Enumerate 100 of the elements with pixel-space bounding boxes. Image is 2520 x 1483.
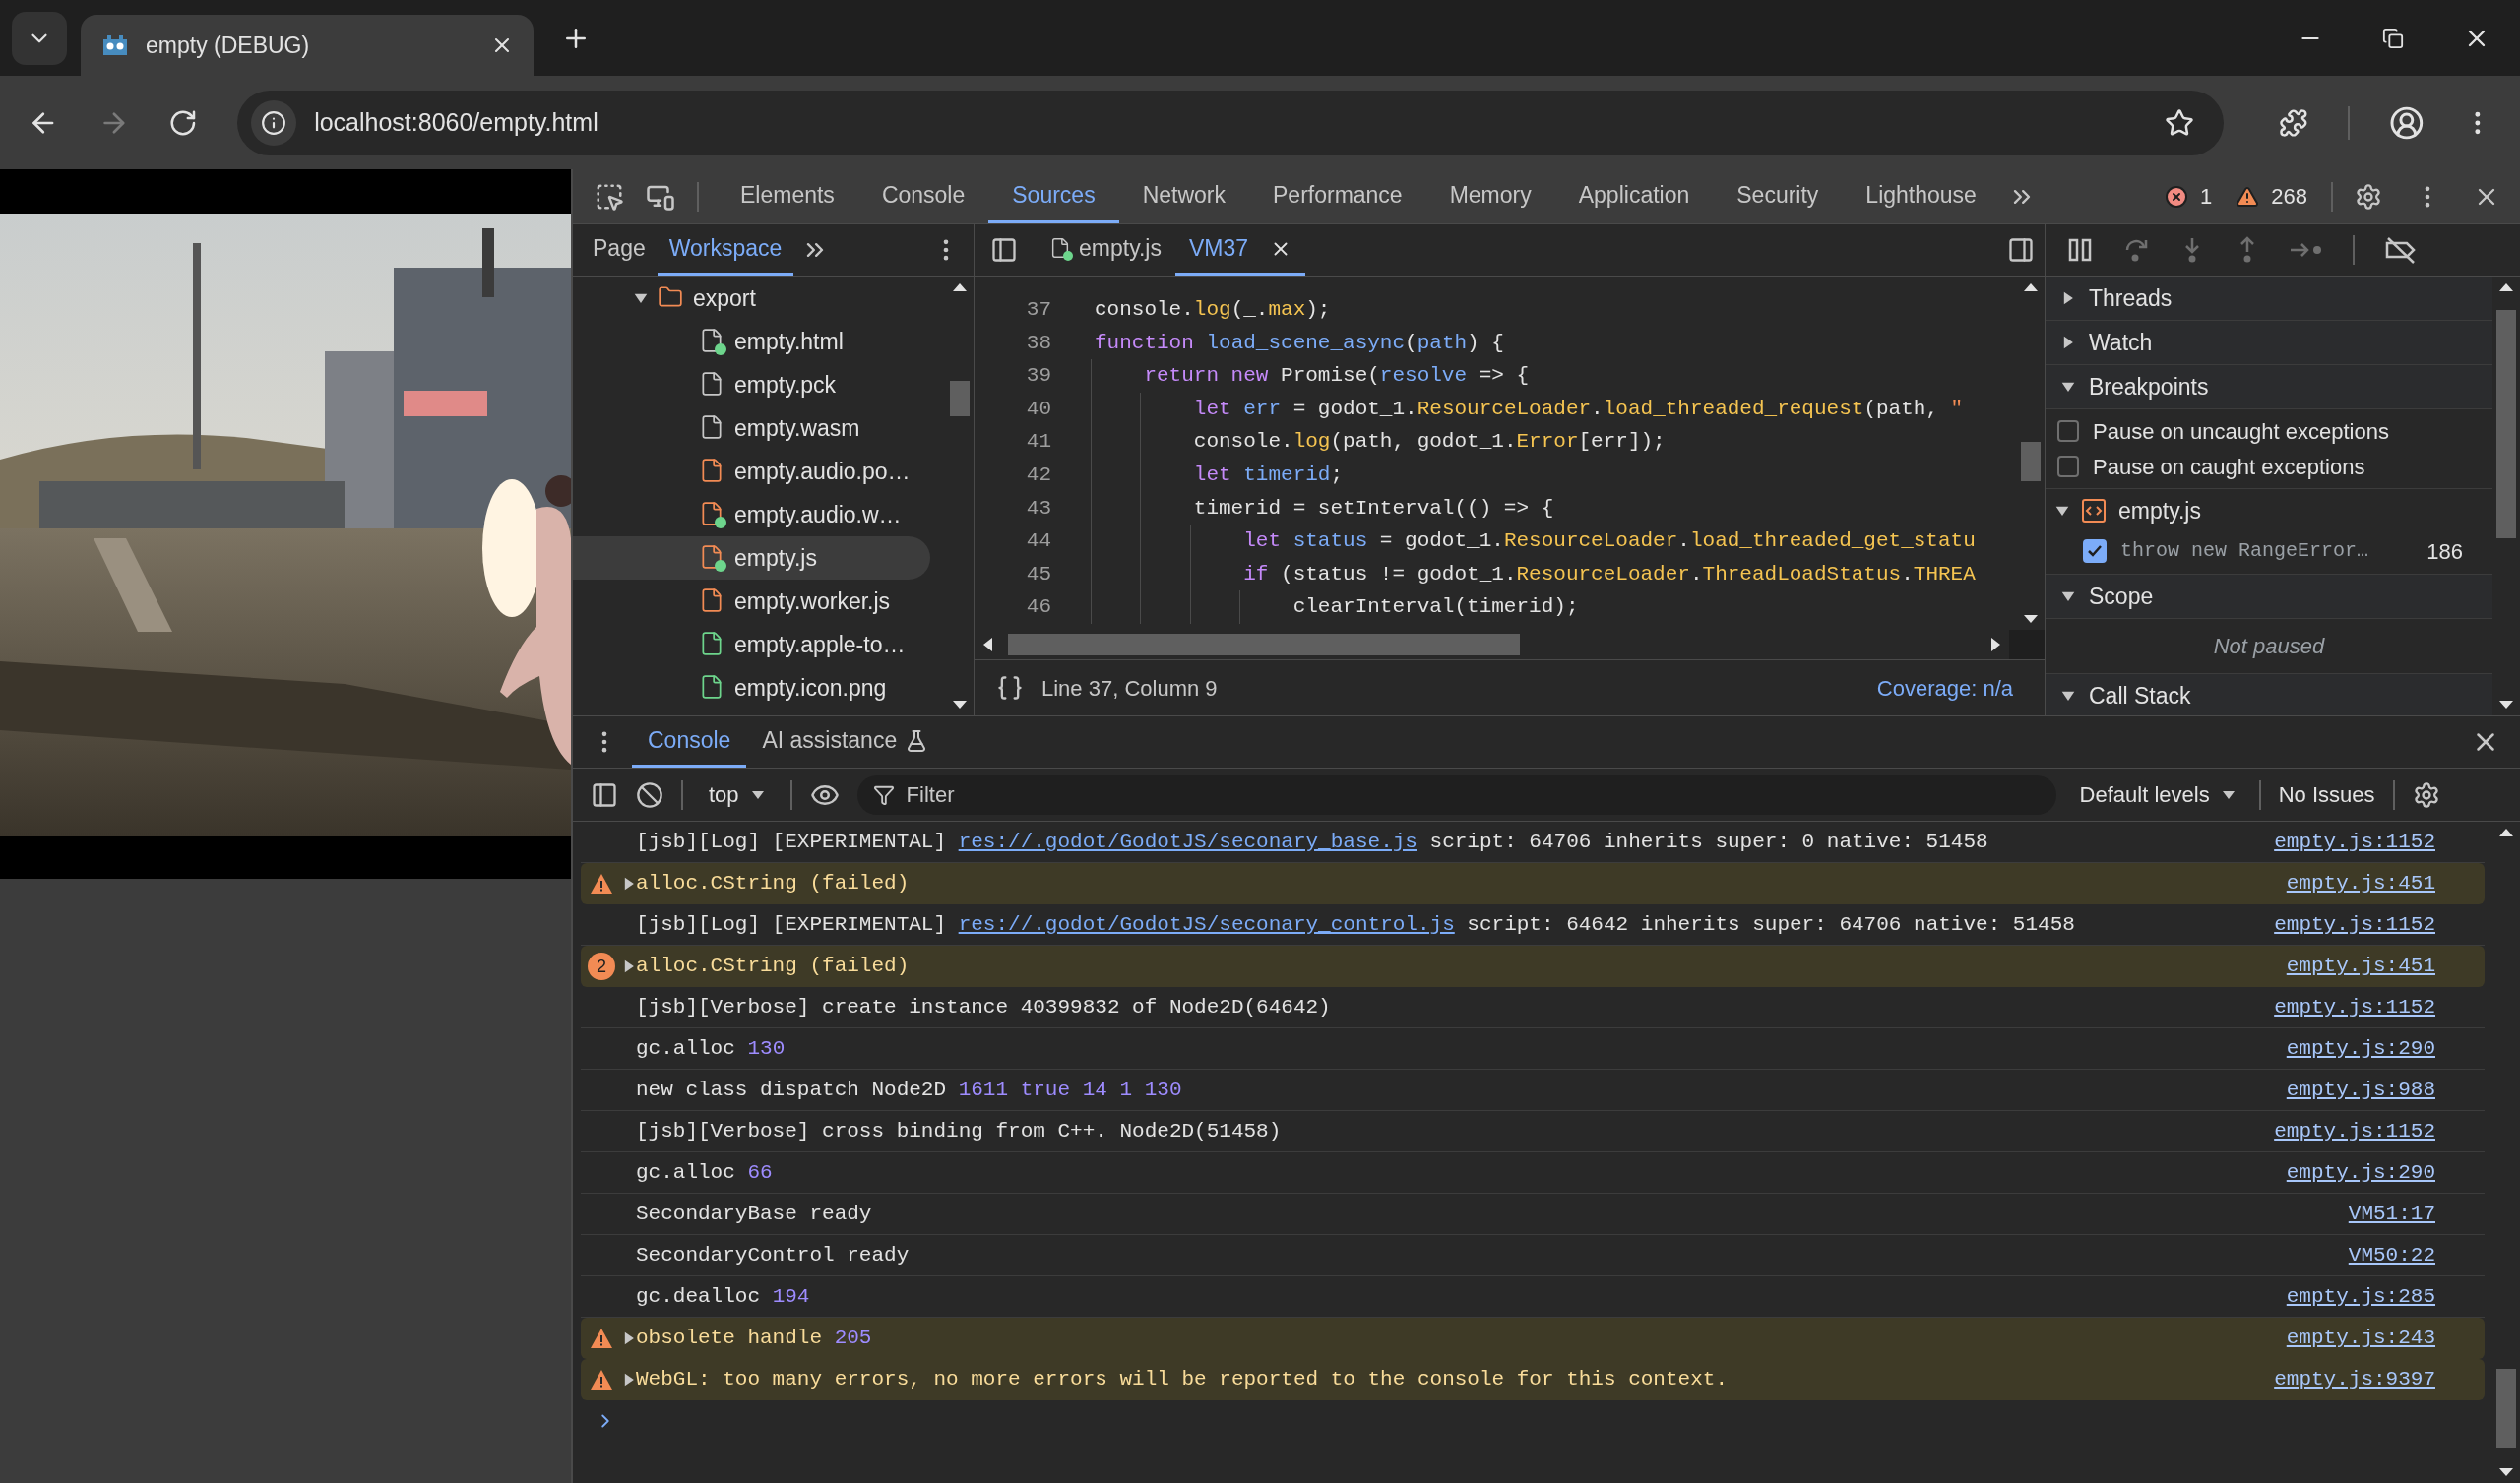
file-tree-item[interactable]: empty.icon.png: [573, 666, 930, 710]
navigator-tab[interactable]: Page: [581, 224, 658, 276]
file-tree-item[interactable]: export: [573, 277, 930, 320]
source-link[interactable]: empty.js:285: [2286, 1280, 2435, 1313]
file-tree-item[interactable]: empty.wasm: [573, 406, 930, 450]
section-title: Watch: [2089, 328, 2153, 357]
disclosure-triangle-icon[interactable]: [2055, 504, 2069, 518]
profile-icon[interactable]: [2388, 104, 2425, 141]
devtools-tab[interactable]: Application: [1554, 169, 1714, 223]
devtools-tab[interactable]: Sources: [988, 169, 1119, 223]
restore-icon[interactable]: [2382, 27, 2404, 49]
pretty-print-icon[interactable]: [996, 674, 1024, 702]
drawer-tab[interactable]: Console: [632, 716, 747, 768]
source-link[interactable]: empty.js:1152: [2274, 908, 2435, 941]
disclosure-triangle-icon[interactable]: [622, 1373, 636, 1387]
filter-field[interactable]: Filter: [856, 774, 2056, 815]
clear-console-icon[interactable]: [636, 780, 663, 809]
checkbox[interactable]: [2083, 539, 2107, 563]
coverage-label[interactable]: Coverage: n/a: [1876, 671, 2023, 705]
scrollbar-thumb[interactable]: [1008, 634, 1520, 655]
pause-icon[interactable]: [2067, 237, 2093, 263]
warning-count[interactable]: 268: [2271, 180, 2307, 213]
scroll-up-icon[interactable]: [2023, 282, 2039, 292]
file-tree-item[interactable]: empty.apple-to…: [573, 623, 930, 666]
disclosure-triangle-icon[interactable]: [2061, 291, 2075, 305]
line-number: 45: [1025, 561, 1051, 587]
scroll-up-icon[interactable]: [2498, 828, 2514, 837]
editor-tab[interactable]: empty.js: [1036, 224, 1175, 276]
file-tree-item[interactable]: empty.html: [573, 320, 930, 363]
devtools-tab[interactable]: Performance: [1249, 169, 1426, 223]
disclosure-triangle-icon[interactable]: [634, 291, 648, 305]
drawer-tab[interactable]: AI assistance: [746, 716, 945, 768]
disclosure-triangle-icon[interactable]: [2061, 689, 2075, 703]
navigator-tab[interactable]: Workspace: [657, 224, 794, 276]
scrollbar-thumb[interactable]: [2496, 1369, 2516, 1448]
scrollbar-thumb[interactable]: [2021, 442, 2041, 481]
file-tree-item[interactable]: empty.worker.js: [573, 580, 930, 623]
console-message: obsolete handle 205: [636, 1326, 872, 1352]
source-link[interactable]: VM51:17: [2348, 1198, 2435, 1230]
address-bar[interactable]: localhost:8060/empty.html: [237, 90, 2224, 155]
devtools-tab[interactable]: Security: [1713, 169, 1843, 223]
devtools-tab[interactable]: Lighthouse: [1842, 169, 2000, 223]
source-link[interactable]: empty.js:451: [2286, 951, 2435, 982]
source-link[interactable]: empty.js:290: [2286, 1156, 2435, 1189]
source-link[interactable]: empty.js:988: [2286, 1074, 2435, 1106]
settings-icon[interactable]: [2355, 182, 2382, 211]
error-count[interactable]: 1: [2200, 180, 2213, 213]
disclosure-triangle-icon[interactable]: [622, 1331, 636, 1345]
info-icon[interactable]: [261, 109, 287, 136]
source-link[interactable]: empty.js:243: [2286, 1323, 2435, 1354]
source-link[interactable]: empty.js:1152: [2274, 826, 2435, 858]
file-tree-item[interactable]: empty.audio.w…: [573, 493, 930, 536]
scroll-up-icon[interactable]: [952, 282, 968, 292]
scroll-down-icon[interactable]: [2498, 700, 2514, 710]
puzzle-icon[interactable]: [2278, 107, 2308, 138]
scrollbar-thumb[interactable]: [2496, 310, 2516, 538]
checkbox[interactable]: [2057, 420, 2079, 442]
sidebar-toggle-icon[interactable]: [591, 780, 618, 809]
source-link[interactable]: empty.js:9397: [2274, 1364, 2435, 1395]
checkbox[interactable]: [2057, 456, 2079, 477]
source-link[interactable]: empty.js:1152: [2274, 1115, 2435, 1147]
scroll-down-icon[interactable]: [2023, 614, 2039, 624]
source-link[interactable]: empty.js:451: [2286, 868, 2435, 899]
code-line: console.log(path, godot_1.Error[err]);: [1192, 429, 1666, 456]
source-link[interactable]: empty.js:290: [2286, 1032, 2435, 1065]
checkbox-label: Pause on caught exceptions: [2093, 453, 2365, 481]
console-message: SecondaryControl ready: [636, 1242, 910, 1268]
source-link[interactable]: VM50:22: [2348, 1239, 2435, 1271]
devtools-tab[interactable]: Console: [857, 169, 989, 223]
toggle-navigator-icon[interactable]: [990, 236, 1018, 264]
browser-tab[interactable]: empty (DEBUG): [81, 15, 534, 76]
context-dropdown[interactable]: top: [701, 778, 773, 811]
scroll-up-icon[interactable]: [2498, 282, 2514, 292]
disclosure-triangle-icon[interactable]: [2061, 380, 2075, 394]
scroll-down-icon[interactable]: [952, 700, 968, 710]
caret-down-icon: [750, 789, 765, 800]
disclosure-triangle-icon[interactable]: [2061, 336, 2075, 349]
scroll-down-icon[interactable]: [2498, 1467, 2514, 1477]
warning-icon: [590, 1328, 613, 1349]
source-link[interactable]: empty.js:1152: [2274, 991, 2435, 1023]
console-message: [jsb][Verbose] cross binding from C++. Node2D(51458): [636, 1118, 1282, 1144]
devtools-tab[interactable]: Network: [1118, 169, 1249, 223]
code-line: console.log(_.max);: [1095, 297, 1331, 324]
file-tree-item[interactable]: empty.audio.po…: [573, 450, 930, 493]
disclosure-triangle-icon[interactable]: [2061, 589, 2075, 603]
disclosure-triangle-icon[interactable]: [622, 959, 636, 973]
file-tree-item[interactable]: empty.js: [573, 536, 930, 580]
warning-icon: [590, 873, 613, 895]
toggle-debugger-icon[interactable]: [2007, 236, 2035, 264]
settings-icon[interactable]: [2412, 780, 2440, 809]
disclosure-triangle-icon[interactable]: [622, 877, 636, 891]
file-tree-item[interactable]: empty.pck: [573, 363, 930, 406]
levels-dropdown[interactable]: Default levels: [2073, 778, 2241, 811]
deactivate-breakpoints-icon[interactable]: [2384, 236, 2418, 264]
issues-button[interactable]: No Issues: [2278, 778, 2375, 811]
bookmark-star-icon[interactable]: [2164, 107, 2194, 138]
devtools-tab[interactable]: Elements: [717, 169, 858, 223]
scrollbar-thumb[interactable]: [950, 381, 970, 416]
breakpoint-file-name[interactable]: empty.js: [2118, 493, 2201, 528]
devtools-tab[interactable]: Memory: [1425, 169, 1555, 223]
